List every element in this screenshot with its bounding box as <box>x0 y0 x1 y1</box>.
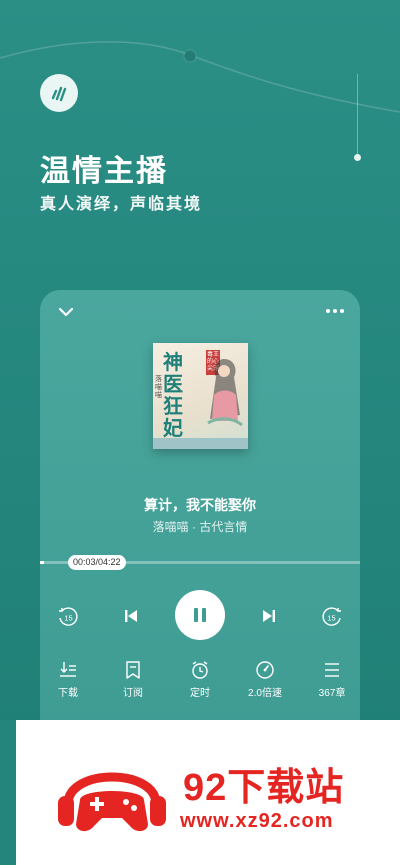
pause-icon <box>194 608 206 622</box>
sound-wave-icon <box>51 86 67 102</box>
gamepad-headphone-logo <box>58 772 166 832</box>
subheadline: 真人演绎，声临其境 <box>40 196 203 213</box>
cover-band <box>153 438 248 449</box>
progress-fill <box>40 561 44 564</box>
watermark-site-name: 92下载站 <box>183 767 345 809</box>
speed-icon <box>256 661 274 679</box>
rewind-15-icon: 15 <box>59 607 78 626</box>
download-label: 下载 <box>58 688 78 699</box>
previous-icon <box>125 610 137 622</box>
track-title: 算计，我不能娶你 <box>144 497 256 513</box>
chevron-down-icon[interactable] <box>56 304 76 320</box>
forward-15-icon: 15 <box>322 607 341 626</box>
svg-text:15: 15 <box>64 614 72 623</box>
chapter-count-label: 367章 <box>318 688 346 699</box>
subscribe-label: 订阅 <box>123 688 143 699</box>
download-button[interactable]: 下载 <box>43 660 93 699</box>
skip-back-15-button[interactable]: 15 <box>54 603 82 631</box>
chapter-list-icon <box>325 663 339 677</box>
previous-button[interactable] <box>118 603 144 629</box>
chapter-list-button[interactable]: 367章 <box>307 660 357 699</box>
bookmark-icon <box>126 661 140 679</box>
download-icon <box>60 662 76 677</box>
next-button[interactable] <box>256 603 282 629</box>
cover-illustration <box>207 359 243 427</box>
speed-button[interactable]: 2.0倍速 <box>240 660 290 699</box>
track-author-category[interactable]: 落喵喵 · 古代言情 <box>40 518 360 535</box>
more-options-icon[interactable] <box>324 304 346 318</box>
speed-label: 2.0倍速 <box>248 688 282 699</box>
pause-button[interactable] <box>175 590 225 640</box>
decorative-line <box>357 74 358 156</box>
cover-author: 落喵喵 <box>155 376 162 399</box>
watermark-url[interactable]: www.xz92.com <box>180 810 334 833</box>
subscribe-button[interactable]: 订阅 <box>108 660 158 699</box>
app-logo <box>40 74 78 112</box>
alarm-clock-icon <box>192 661 208 679</box>
watermark-banner: 92下载站 www.xz92.com <box>16 720 400 865</box>
cover-title: 神医狂妃 <box>163 350 183 440</box>
next-icon <box>263 610 275 622</box>
svg-text:15: 15 <box>327 614 335 623</box>
time-display[interactable]: 00:03/04:22 <box>68 555 126 570</box>
headline: 温情主播 <box>40 155 168 188</box>
player-card: 神医狂妃 落喵喵 毒王的心尖宠 算计，我不能娶你 落喵喵 · 古代言情 00:0… <box>40 290 360 740</box>
book-cover[interactable]: 神医狂妃 落喵喵 毒王的心尖宠 <box>153 343 248 449</box>
timer-button[interactable]: 定时 <box>175 660 225 699</box>
skip-forward-15-button[interactable]: 15 <box>318 603 346 631</box>
decorative-dot <box>354 154 361 161</box>
timer-label: 定时 <box>190 688 210 699</box>
